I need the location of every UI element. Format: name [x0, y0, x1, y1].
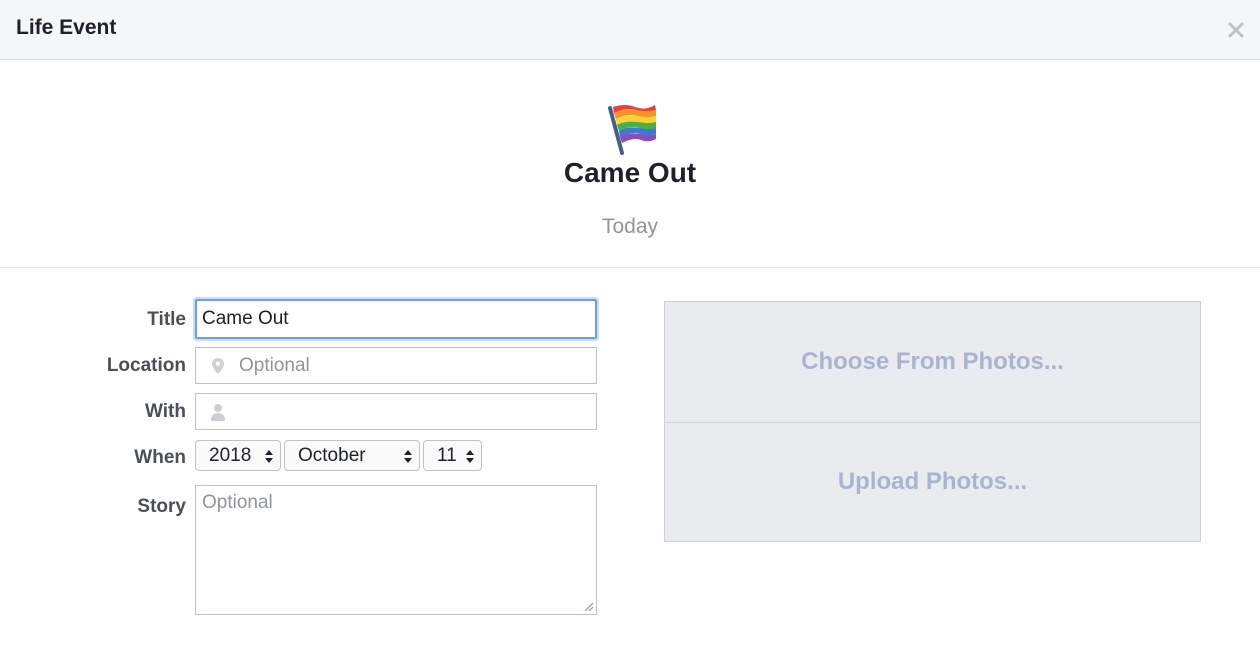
resize-handle-icon[interactable] — [583, 601, 594, 612]
when-label: When — [134, 447, 186, 468]
photo-panel: Choose From Photos... Upload Photos... — [664, 301, 1201, 542]
select-arrows-icon — [404, 450, 412, 463]
select-arrows-icon — [466, 450, 474, 463]
story-field[interactable] — [195, 485, 597, 615]
choose-from-photos-button[interactable]: Choose From Photos... — [665, 302, 1200, 423]
person-icon — [211, 404, 225, 421]
with-label: With — [145, 401, 186, 422]
with-field[interactable] — [195, 393, 597, 430]
title-input[interactable] — [197, 301, 595, 337]
day-select[interactable]: 11 — [423, 440, 482, 471]
story-textarea[interactable] — [196, 486, 596, 614]
location-input[interactable] — [196, 348, 596, 383]
title-field[interactable] — [195, 299, 597, 339]
story-label: Story — [137, 496, 186, 517]
day-value: 11 — [437, 445, 457, 466]
event-title: Came Out — [563, 157, 697, 188]
dialog-title: Life Event — [16, 16, 117, 39]
year-select[interactable]: 2018 — [195, 440, 281, 471]
year-value: 2018 — [209, 445, 252, 466]
location-pin-icon — [212, 358, 224, 374]
close-button[interactable] — [1226, 20, 1246, 40]
location-label: Location — [106, 355, 186, 376]
dialog-header: Life Event — [0, 0, 1260, 60]
upload-photos-button[interactable]: Upload Photos... — [665, 422, 1200, 542]
with-input[interactable] — [196, 394, 596, 429]
month-select[interactable]: October — [284, 440, 420, 471]
location-field[interactable] — [195, 347, 597, 384]
month-value: October — [298, 445, 366, 466]
rainbow-flag-icon — [608, 105, 656, 155]
event-summary: Came Out Today — [0, 61, 1260, 268]
close-icon — [1228, 22, 1244, 38]
title-label: Title — [147, 309, 186, 330]
event-date: Today — [601, 215, 659, 238]
select-arrows-icon — [265, 450, 273, 463]
